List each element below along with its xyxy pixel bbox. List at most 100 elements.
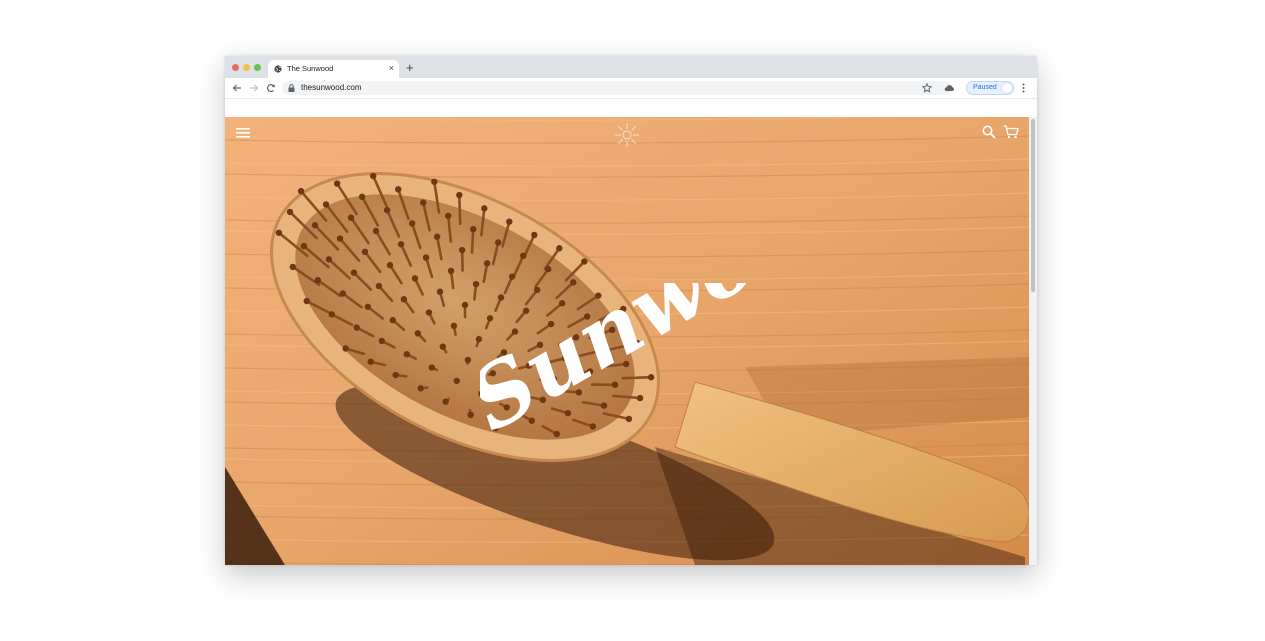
profile-paused-button[interactable]: Paused bbox=[966, 81, 1014, 95]
bristle-tip bbox=[508, 273, 516, 280]
tab-close-icon[interactable]: × bbox=[389, 63, 394, 73]
bristle-tip bbox=[556, 245, 563, 252]
minimize-window-button[interactable] bbox=[243, 64, 250, 71]
bristle-tip bbox=[333, 180, 341, 187]
maximize-window-button[interactable] bbox=[254, 64, 261, 71]
close-window-button[interactable] bbox=[232, 64, 239, 71]
hamburger-icon[interactable] bbox=[236, 128, 252, 138]
bristle-tip bbox=[545, 265, 552, 273]
lock-icon bbox=[288, 84, 295, 92]
bristle-tip bbox=[442, 398, 449, 405]
url-text: thesunwood.com bbox=[301, 83, 362, 92]
bristle-tip bbox=[428, 364, 435, 371]
bristle-tip bbox=[361, 248, 369, 256]
bristle-tip bbox=[439, 343, 447, 350]
cart-icon[interactable] bbox=[1003, 125, 1019, 139]
bristle-tip bbox=[358, 193, 366, 201]
search-icon[interactable] bbox=[982, 125, 996, 139]
profile-status: Paused bbox=[973, 84, 997, 91]
bristle-tip bbox=[375, 282, 383, 290]
title-bar: The Sunwood × + bbox=[225, 56, 1037, 78]
sunwood-wordmark: Sunwood bbox=[480, 283, 810, 443]
bristle-tip bbox=[389, 316, 397, 324]
bristle-tip bbox=[395, 186, 402, 193]
bristle-tip bbox=[314, 276, 322, 284]
bristle-tip bbox=[450, 322, 458, 330]
bristle-tip bbox=[467, 411, 474, 419]
bristle-tip bbox=[447, 267, 455, 275]
bristle-tip bbox=[461, 301, 469, 309]
tab-title: The Sunwood bbox=[287, 64, 334, 73]
bristle-tip bbox=[472, 280, 480, 288]
bristle-tip bbox=[339, 290, 347, 297]
bristle-tip bbox=[378, 337, 385, 345]
cloud-extension-icon[interactable] bbox=[944, 83, 955, 93]
avatar bbox=[1002, 83, 1012, 93]
bristle-tip bbox=[495, 239, 502, 246]
more-vert-icon[interactable] bbox=[1022, 83, 1025, 93]
bristle-tip bbox=[367, 358, 374, 365]
bristle-tip bbox=[481, 205, 488, 212]
bristle-tip bbox=[531, 231, 538, 239]
bristle-tip bbox=[392, 371, 399, 379]
bristle-tip bbox=[328, 311, 335, 318]
globe-icon bbox=[274, 65, 282, 73]
bristle-tip bbox=[397, 241, 405, 248]
bristle-tip bbox=[364, 303, 372, 310]
bristle-tip bbox=[453, 377, 460, 385]
reload-icon[interactable] bbox=[266, 83, 276, 93]
bristle-tip bbox=[422, 254, 430, 261]
bookmark-star-icon[interactable] bbox=[922, 83, 932, 93]
browser-window: The Sunwood × + thesunwood.com Paused Su… bbox=[225, 56, 1037, 565]
bristle-tip bbox=[506, 218, 513, 225]
bristle-tip bbox=[353, 324, 360, 331]
forward-arrow-icon[interactable] bbox=[249, 83, 259, 93]
bristle-tip bbox=[372, 227, 380, 235]
bristle-tip bbox=[445, 212, 452, 220]
scrollbar-thumb[interactable] bbox=[1031, 119, 1035, 292]
bristle-tip bbox=[347, 214, 355, 221]
wordmark-text: Sunwood bbox=[480, 283, 810, 443]
bristle-tip bbox=[303, 297, 310, 305]
bristle bbox=[458, 193, 462, 226]
bristle-tip bbox=[286, 208, 294, 216]
bristle-tip bbox=[350, 269, 358, 276]
bristle-tip bbox=[336, 235, 344, 242]
bristle-tip bbox=[464, 356, 472, 364]
bristle-tip bbox=[581, 258, 588, 265]
bristle-tip bbox=[456, 191, 463, 199]
logo-icon[interactable] bbox=[612, 120, 642, 150]
bristle-tip bbox=[325, 256, 333, 263]
browser-toolbar: thesunwood.com Paused bbox=[225, 78, 1037, 99]
bristle-tip bbox=[408, 220, 416, 227]
bristle-tip bbox=[342, 345, 349, 352]
bristle-tip bbox=[300, 242, 308, 250]
address-bar[interactable]: thesunwood.com bbox=[282, 81, 952, 95]
scrollbar[interactable] bbox=[1029, 117, 1037, 565]
bristle-tip bbox=[417, 385, 424, 392]
bristle bbox=[470, 227, 475, 255]
bristle-tip bbox=[275, 229, 283, 236]
bristle-tip bbox=[420, 199, 427, 206]
bristle-tip bbox=[386, 261, 394, 269]
bristle-tip bbox=[433, 233, 441, 240]
bristle-tip bbox=[458, 246, 466, 254]
bristle-tip bbox=[414, 330, 422, 337]
bristle-tip bbox=[400, 296, 408, 303]
bristle-tip bbox=[425, 309, 433, 316]
bristle-tip bbox=[403, 351, 410, 358]
new-tab-button[interactable]: + bbox=[406, 61, 414, 74]
hero-section: Sunwood bbox=[225, 117, 1029, 565]
tab-the-sunwood[interactable]: The Sunwood × bbox=[268, 60, 399, 78]
bristle-tip bbox=[470, 225, 477, 233]
bristle-tip bbox=[483, 260, 491, 267]
bristle-tip bbox=[289, 263, 297, 271]
back-arrow-icon[interactable] bbox=[232, 83, 242, 93]
bristle-tip bbox=[520, 252, 527, 259]
bristle-tip bbox=[383, 206, 391, 214]
bristle-tip bbox=[431, 178, 438, 185]
bristle-tip bbox=[322, 201, 330, 208]
bristle-tip bbox=[370, 172, 377, 180]
bristle-tip bbox=[311, 222, 319, 229]
bristle-tip bbox=[411, 275, 419, 282]
